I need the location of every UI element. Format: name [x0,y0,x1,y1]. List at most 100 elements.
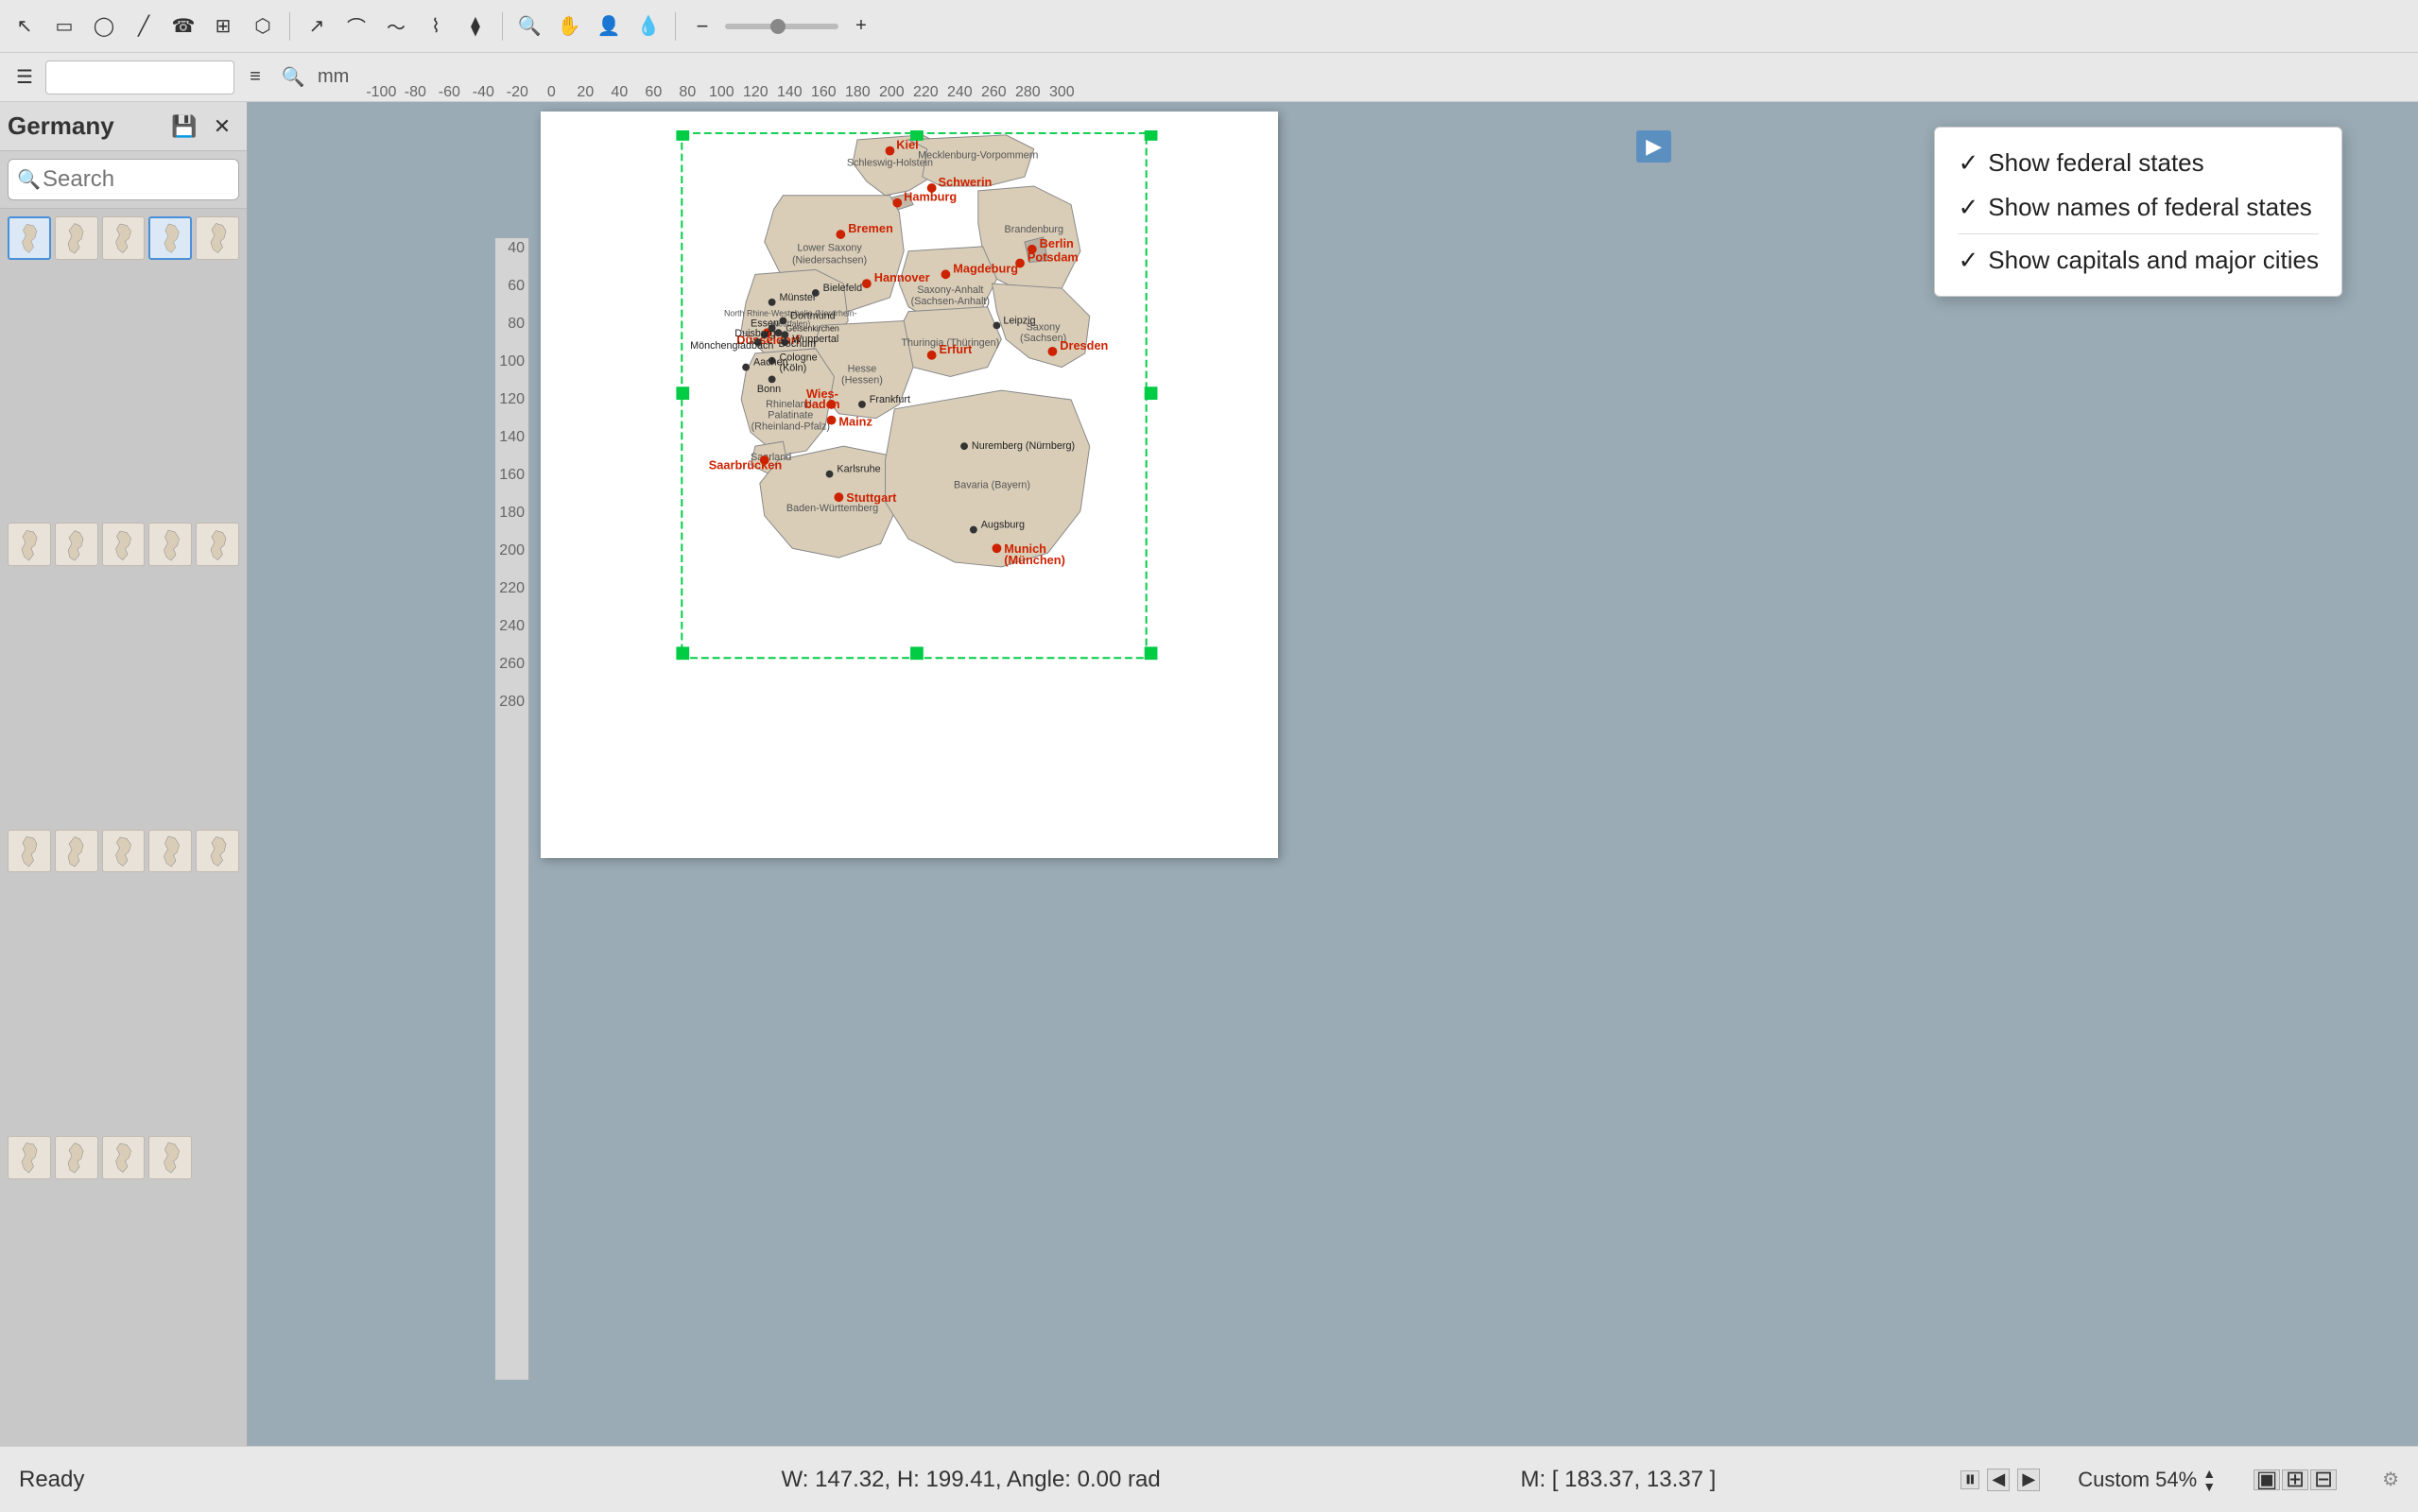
handle-bl[interactable] [676,646,689,660]
options-panel-toggle[interactable]: ▶ [1636,130,1671,163]
eyedropper-button[interactable]: 💧 [631,9,665,43]
zoom-in-button[interactable]: 🔍 [512,9,546,43]
city-dot-schwerin [927,183,937,193]
city-label-saarbrucken: Saarbrücken [709,458,782,472]
city-label-dresden: Dresden [1060,338,1108,352]
thumbnail-item[interactable] [148,216,192,260]
thumbnail-item[interactable] [196,830,239,873]
city-dot-stuttgart [834,492,843,502]
user-tool-button[interactable]: 👤 [592,9,626,43]
node-tool-button[interactable]: ⧫ [458,9,492,43]
status-dimensions: W: 147.32, H: 199.41, Angle: 0.00 rad [666,1467,1276,1493]
zoom-slider-area [725,24,838,29]
bezier-tool-button[interactable]: ⌇ [419,9,453,43]
city-label-mainz: Mainz [838,415,872,429]
wave-tool-button[interactable]: 〜 [379,9,413,43]
view-mode-buttons: ▣ ⊞ ⊟ [2254,1469,2337,1490]
handle-br[interactable] [1145,646,1158,660]
thumbnail-item[interactable] [55,523,98,566]
pan-tool-button[interactable]: ✋ [552,9,586,43]
thumbnail-item[interactable] [148,523,192,566]
zoom-out-button[interactable]: − [685,9,719,43]
city-label-gelsenkirchen: Gelsenkirchen [786,323,839,333]
zoom-label: Custom 54% [2078,1468,2197,1492]
handle-mr[interactable] [1145,387,1158,400]
panel-close-button[interactable]: ✕ [205,110,239,144]
menu-button[interactable]: ☰ [8,60,42,94]
view-mode-1[interactable]: ▣ [2254,1469,2280,1490]
thumb-svg [60,1141,93,1174]
handle-tc[interactable] [910,130,924,141]
city-label-stuttgart: Stuttgart [846,490,897,505]
polygon-tool-button[interactable]: ⬡ [246,9,280,43]
doc-name-input[interactable] [45,60,234,94]
handle-bc[interactable] [910,646,924,660]
zoom-in-plus-button[interactable]: + [844,9,878,43]
city-dot-kiel [886,146,895,156]
pause-button[interactable]: ⏸ [1960,1470,1979,1489]
view-mode-3[interactable]: ⊟ [2310,1469,2337,1490]
option-show-names-federal-states[interactable]: ✓ Show names of federal states [1958,185,2319,230]
thumbnail-item[interactable] [196,216,239,260]
thumbnail-item[interactable] [55,830,98,873]
arrow-tool-button[interactable]: ↗ [300,9,334,43]
city-label-frankfurt: Frankfurt [870,394,910,405]
thumbnail-item[interactable] [8,216,51,260]
curve-tool-button[interactable]: ⌒ [339,9,373,43]
city-dot-dresden [1048,347,1058,356]
ellipse-tool-button[interactable]: ◯ [87,9,121,43]
thumbnail-item[interactable] [8,830,51,873]
settings-icon[interactable]: ⚙ [2382,1468,2399,1491]
search-button[interactable]: 🔍 [276,60,310,94]
city-label-duisburg: Duisburg [734,328,775,339]
thumbnail-item[interactable] [55,216,98,260]
option-show-federal-states[interactable]: ✓ Show federal states [1958,141,2319,185]
thumbnail-item[interactable] [102,830,146,873]
label-mecklenburg: Mecklenburg-Vorpommern [918,149,1038,161]
thumbnail-item[interactable] [196,523,239,566]
city-label-potsdam: Potsdam [1028,250,1079,265]
city-label-bielefeld: Bielefeld [823,283,862,294]
thumbnail-item[interactable] [148,830,192,873]
city-dot-hannover [862,279,872,288]
line-tool-button[interactable]: ╱ [127,9,161,43]
thumb-svg [201,834,234,868]
panel-title: Germany [8,112,164,141]
panel-save-button[interactable]: 💾 [167,110,201,144]
city-dot-hamburg [892,198,902,208]
prev-page-button[interactable]: ◀ [1987,1469,2010,1491]
rect-tool-button[interactable]: ▭ [47,9,81,43]
view-mode-2[interactable]: ⊞ [2282,1469,2308,1490]
handle-tr[interactable] [1145,130,1158,141]
list-view-button[interactable]: ≡ [238,60,272,94]
zoom-thumb[interactable] [770,19,786,34]
option-show-capitals[interactable]: ✓ Show capitals and major cities [1958,238,2319,283]
zoom-slider[interactable] [725,24,838,29]
thumb-svg [107,1141,140,1174]
thumbnail-item[interactable] [102,216,146,260]
status-bar: Ready W: 147.32, H: 199.41, Angle: 0.00 … [0,1446,2418,1512]
thumbnail-item[interactable] [102,523,146,566]
canvas-area[interactable]: 40 60 80 100 120 140 160 180 200 220 240… [248,102,2418,1446]
select-tool-button[interactable]: ↖ [8,9,42,43]
city-label-bochum: Bochum [779,338,817,350]
zoom-stepper[interactable]: ▲ ▼ [2202,1467,2216,1493]
thumbnail-item[interactable] [8,1136,51,1179]
thumb-svg [60,528,93,561]
thumbnail-item[interactable] [102,1136,146,1179]
city-dot-bochum [781,331,788,338]
check-icon-names-federal: ✓ [1958,193,1978,222]
handle-ml[interactable] [676,387,689,400]
unit-label: mm [314,66,353,88]
zoom-level-area: Custom 54% ▲ ▼ [2078,1467,2216,1493]
phone-tool-button[interactable]: ☎ [166,9,200,43]
thumbnail-item[interactable] [55,1136,98,1179]
main-layout: Germany 💾 ✕ 🔍 [0,102,2418,1446]
thumbnail-item[interactable] [148,1136,192,1179]
search-input[interactable] [8,159,239,200]
next-page-button[interactable]: ▶ [2017,1469,2040,1491]
connect-tool-button[interactable]: ⊞ [206,9,240,43]
thumbnail-item[interactable] [8,523,51,566]
thumb-svg [154,1141,187,1174]
handle-tl[interactable] [676,130,689,141]
